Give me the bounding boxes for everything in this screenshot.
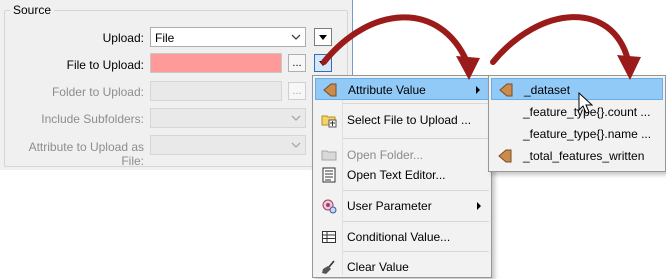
- text-editor-icon: [322, 167, 336, 183]
- menu-item-attribute-value[interactable]: Attribute Value: [315, 78, 489, 100]
- upload-menu-button[interactable]: [314, 28, 332, 46]
- submenu-item-feature-type-name[interactable]: _feature_type{}.name ...: [491, 123, 663, 145]
- file-to-upload-menu-button[interactable]: [314, 54, 332, 72]
- triangle-down-icon: [319, 34, 327, 40]
- folder-to-upload-label: Folder to Upload:: [51, 85, 144, 99]
- submenu-item-feature-type-count[interactable]: _feature_type{}.count ...: [491, 101, 663, 123]
- attribute-diamond-icon: [499, 83, 513, 97]
- menu-separator: [343, 103, 489, 104]
- chevron-down-icon: [291, 115, 301, 121]
- submenu-item-total-features-written[interactable]: _total_features_written: [491, 145, 663, 167]
- file-to-upload-label: File to Upload:: [66, 58, 144, 72]
- folder-to-upload-input: [150, 81, 282, 101]
- attribute-value-submenu: _dataset _feature_type{}.count ... _feat…: [488, 75, 666, 172]
- folder-icon: [321, 150, 337, 161]
- menu-item-label: Conditional Value...: [347, 230, 451, 244]
- upload-select-value: File: [155, 31, 175, 45]
- annotation-arrow: [490, 14, 631, 65]
- submenu-item-label: _dataset: [524, 83, 571, 97]
- submenu-item-label: _feature_type{}.name ...: [523, 127, 652, 141]
- user-parameter-icon: [322, 199, 337, 214]
- submenu-arrow-icon: [476, 86, 480, 94]
- menu-item-label: User Parameter: [347, 199, 432, 213]
- menu-item-label: Attribute Value: [348, 83, 426, 97]
- parameters-panel: Source Upload: File File to Upload: ... …: [0, 0, 353, 170]
- menu-item-open-text-editor[interactable]: Open Text Editor...: [315, 164, 489, 186]
- menu-item-label: Clear Value: [347, 260, 409, 274]
- menu-item-select-file[interactable]: Select File to Upload ...: [315, 109, 489, 131]
- submenu-arrow-icon: [477, 202, 481, 210]
- submenu-item-dataset[interactable]: _dataset: [491, 78, 663, 100]
- attribute-diamond-icon: [498, 149, 512, 163]
- menu-separator: [343, 251, 489, 252]
- browse-folder-button: ...: [288, 82, 306, 100]
- include-subfolders-label: Include Subfolders:: [41, 112, 144, 126]
- mouse-cursor-icon: [578, 92, 594, 114]
- menu-item-conditional-value[interactable]: Conditional Value...: [315, 226, 489, 248]
- menu-separator: [343, 221, 489, 222]
- file-to-upload-input[interactable]: [150, 53, 282, 73]
- upload-label: Upload:: [102, 31, 144, 45]
- menu-item-user-parameter[interactable]: User Parameter: [315, 195, 489, 217]
- folder-select-icon: [321, 115, 337, 128]
- menu-separator: [343, 190, 489, 191]
- attribute-diamond-icon: [323, 83, 337, 97]
- chevron-down-icon: [291, 142, 301, 148]
- browse-file-button[interactable]: ...: [288, 54, 306, 72]
- triangle-down-icon: [319, 60, 327, 66]
- submenu-item-label: _total_features_written: [523, 149, 645, 163]
- upload-select[interactable]: File: [150, 27, 306, 47]
- attribute-to-upload-select: [150, 135, 306, 155]
- source-group-title: Source: [10, 3, 55, 17]
- attribute-to-upload-label: Attribute to Upload as File:: [28, 140, 144, 168]
- menu-item-label: Open Folder...: [347, 148, 424, 162]
- menu-separator: [343, 138, 489, 139]
- broom-icon: [322, 260, 335, 274]
- chevron-down-icon: [291, 34, 301, 40]
- menu-item-label: Open Text Editor...: [347, 168, 446, 182]
- table-icon: [322, 231, 336, 243]
- context-menu: Attribute Value Select File to Upload ..…: [312, 75, 492, 278]
- menu-item-label: Select File to Upload ...: [347, 113, 472, 127]
- menu-item-open-folder: Open Folder...: [315, 144, 489, 166]
- menu-item-clear-value[interactable]: Clear Value: [315, 256, 489, 278]
- include-subfolders-select: [150, 108, 306, 128]
